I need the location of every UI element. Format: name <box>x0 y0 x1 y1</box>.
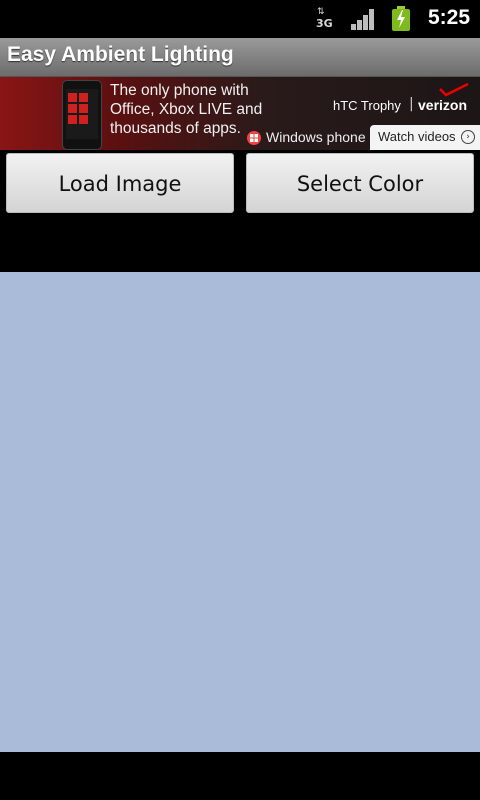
status-clock: 5:25 <box>428 6 471 29</box>
ad-brand-separator: | <box>409 96 414 112</box>
ad-copy-line: Office, Xbox LIVE and <box>110 101 263 118</box>
ad-copy-line: thousands of apps. <box>110 120 241 137</box>
select-color-button[interactable]: Select Color <box>246 153 474 213</box>
watch-videos-button[interactable]: Watch videos › <box>370 125 480 150</box>
app-title-bar: Easy Ambient Lighting <box>0 38 480 77</box>
status-bar: ⇅ 3G 5:25 <box>0 0 480 38</box>
ambient-color-display <box>0 272 480 752</box>
windows-logo-icon <box>247 131 261 145</box>
network-type-label: 3G <box>316 17 333 30</box>
signal-strength-icon <box>351 9 375 30</box>
arrow-right-icon: › <box>461 130 475 144</box>
ad-windows-phone-label: Windows phone <box>266 129 366 145</box>
ad-phone-image <box>62 80 102 150</box>
ad-brand-verizon: verizon <box>418 97 468 113</box>
battery-charging-icon <box>392 6 410 31</box>
ad-banner[interactable]: The only phone with Office, Xbox LIVE an… <box>0 77 480 150</box>
ad-copy: The only phone with Office, Xbox LIVE an… <box>110 81 262 138</box>
load-image-button[interactable]: Load Image <box>6 153 234 213</box>
watch-videos-label: Watch videos <box>378 129 456 144</box>
app-title: Easy Ambient Lighting <box>7 43 234 66</box>
ad-brand-htc: hTC Trophy <box>333 98 401 113</box>
ad-copy-line: The only phone with <box>110 82 249 99</box>
data-arrows-icon: ⇅ <box>317 7 325 17</box>
verizon-check-icon <box>439 83 469 97</box>
network-3g-icon: ⇅ 3G <box>316 8 334 30</box>
